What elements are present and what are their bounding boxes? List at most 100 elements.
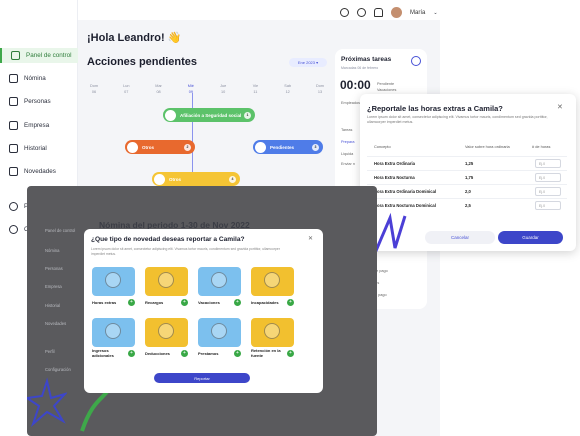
pill-badge: 4 — [229, 175, 236, 183]
add-icon[interactable]: + — [181, 299, 188, 306]
card-retencion[interactable] — [251, 318, 294, 347]
gear-icon[interactable] — [357, 8, 366, 17]
card-prestamos[interactable] — [198, 318, 241, 347]
pill-dot — [255, 141, 266, 153]
hours-input[interactable]: Ej.0 — [535, 187, 561, 196]
timeline-day-today: Mié 09 — [184, 83, 198, 95]
sidebar-item-payroll[interactable]: Nómina — [9, 71, 46, 86]
bg-sidebar-item: Configuración — [45, 367, 71, 372]
sidebar-item-company[interactable]: Empresa — [9, 118, 49, 133]
pill-label: Afiliación a Seguridad social — [180, 112, 242, 118]
table-row: Hora Extra Ordinaria Dominical 2,0 Ej.0 — [367, 184, 567, 197]
sidebar-item-history[interactable]: Historial — [9, 141, 47, 156]
save-button[interactable]: Guardar — [498, 231, 563, 244]
card-label: Retención en la fuente — [251, 348, 281, 358]
day-number: 11 — [253, 90, 258, 94]
bg-sidebar-item: Panel de control — [45, 228, 76, 233]
tasks-label: Vacaciones — [377, 88, 397, 92]
news-icon — [9, 167, 18, 176]
cancel-button[interactable]: Cancelar — [425, 231, 495, 244]
sidebar-item-label: Panel de control — [26, 52, 72, 59]
chevron-down-icon[interactable]: ⌄ — [433, 10, 437, 16]
more-icon[interactable] — [411, 56, 421, 66]
tasks-label[interactable]: Liquida — [341, 152, 353, 156]
bg-sidebar-item: Nómina — [45, 248, 60, 253]
help-icon[interactable] — [340, 8, 349, 17]
close-icon[interactable]: ✕ — [308, 235, 313, 242]
day-number: 13 — [317, 90, 323, 94]
card-label: Horas extras — [92, 300, 117, 305]
dialog-title: ¿Reportale las horas extras a Camila? — [367, 104, 503, 113]
table-row: Hora Extra Ordinaria 1,25 Ej.0 — [367, 156, 567, 169]
history-icon — [9, 144, 18, 153]
card-horas-extras[interactable] — [92, 267, 135, 296]
pill-dot — [127, 141, 138, 153]
column-header: # de horas — [532, 144, 551, 149]
bell-icon[interactable] — [374, 8, 383, 17]
card-label: Incapacidades — [251, 300, 279, 305]
dialog-description: Lorem ipsum dolor sit amet, consectetur … — [367, 115, 548, 124]
dashboard-icon — [11, 51, 20, 60]
card-ingresos-adicionales[interactable] — [92, 318, 135, 347]
column-header: Valor sobre hora ordinaria — [465, 144, 510, 149]
close-icon[interactable]: ✕ — [557, 103, 563, 111]
pill-label: Pendientes — [270, 144, 295, 150]
add-icon[interactable]: + — [234, 299, 241, 306]
day-number: 07 — [124, 90, 129, 94]
bg-sidebar-item: Perfil — [45, 349, 55, 354]
sidebar-item-people[interactable]: Personas — [9, 94, 51, 109]
row-concept: Hora Extra Nocturna — [374, 175, 415, 180]
card-label: Vacaciones — [198, 300, 220, 305]
stage: { "app": { "user_name": "María", "greeti… — [0, 0, 580, 436]
card-label: Ingresos adicionales — [92, 348, 114, 358]
clock-icon — [105, 272, 121, 288]
user-name[interactable]: María — [410, 10, 425, 16]
hours-input[interactable]: Ej.0 — [535, 173, 561, 182]
day-number: 09 — [188, 90, 193, 94]
card-recargos[interactable] — [145, 267, 188, 296]
report-button[interactable]: Reportar — [154, 373, 250, 383]
add-icon[interactable]: + — [128, 299, 135, 306]
timeline-days: Dom 06 Lun 07 Mar 08 Mié 09 Jue 10 Vie 11 Sab 1… — [87, 83, 327, 95]
add-icon[interactable]: + — [181, 350, 188, 357]
sidebar-item-profile[interactable]: P — [9, 199, 28, 214]
add-icon[interactable]: + — [234, 350, 241, 357]
hours-input[interactable]: Ej.0 — [535, 201, 561, 210]
tasks-label: Tareas — [341, 128, 353, 132]
timeline-day: Sab 12 — [281, 83, 295, 95]
tasks-label[interactable]: Enviar n — [341, 162, 355, 166]
row-concept: Hora Extra Ordinaria Dominical — [374, 189, 437, 194]
people-icon — [9, 97, 18, 106]
pill-label: Otros — [142, 144, 155, 150]
tasks-label[interactable]: Prepara — [341, 140, 355, 144]
sidebar-item-dashboard[interactable]: Panel de control — [0, 48, 78, 63]
pill-dot — [165, 109, 176, 121]
sidebar-item-settings[interactable]: C — [9, 222, 29, 237]
day-number: 08 — [156, 90, 161, 94]
tasks-subtitle: Marcadas 06 de febrero — [341, 66, 379, 70]
add-icon[interactable]: + — [287, 299, 294, 306]
row-concept: Hora Extra Ordinaria — [374, 161, 415, 166]
add-icon[interactable]: + — [287, 350, 294, 357]
timeline-pill-others-2[interactable]: Otros 4 — [152, 172, 240, 186]
timeline-pill-social-security[interactable]: Afiliación a Seguridad social 1 — [163, 108, 255, 122]
card-deducciones[interactable] — [145, 318, 188, 347]
timeline-pill-pending[interactable]: Pendientes 3 — [253, 140, 323, 154]
add-icon[interactable]: + — [128, 350, 135, 357]
card-incapacidades[interactable] — [251, 267, 294, 296]
date-selector[interactable]: Ene 2023 ▾ — [289, 58, 327, 67]
row-value: 2,0 — [465, 189, 471, 194]
pill-label: Otros — [169, 176, 182, 182]
timeline-pill-others[interactable]: Otros 2 — [125, 140, 195, 154]
sidebar-item-news[interactable]: Novedades — [9, 164, 56, 179]
hours-input[interactable]: Ej.0 — [535, 159, 561, 168]
settings-icon — [9, 225, 18, 234]
dialog-description: Lorem ipsum dolor sit amet, consectetur … — [91, 247, 280, 256]
card-vacaciones[interactable] — [198, 267, 241, 296]
pill-dot — [154, 173, 165, 185]
column-header: Concepto — [374, 144, 391, 149]
pill-badge: 3 — [312, 143, 319, 151]
avatar[interactable] — [391, 7, 402, 18]
profile-icon — [9, 202, 18, 211]
table-row: Hora Extra Nocturna 1,75 Ej.0 — [367, 170, 567, 183]
